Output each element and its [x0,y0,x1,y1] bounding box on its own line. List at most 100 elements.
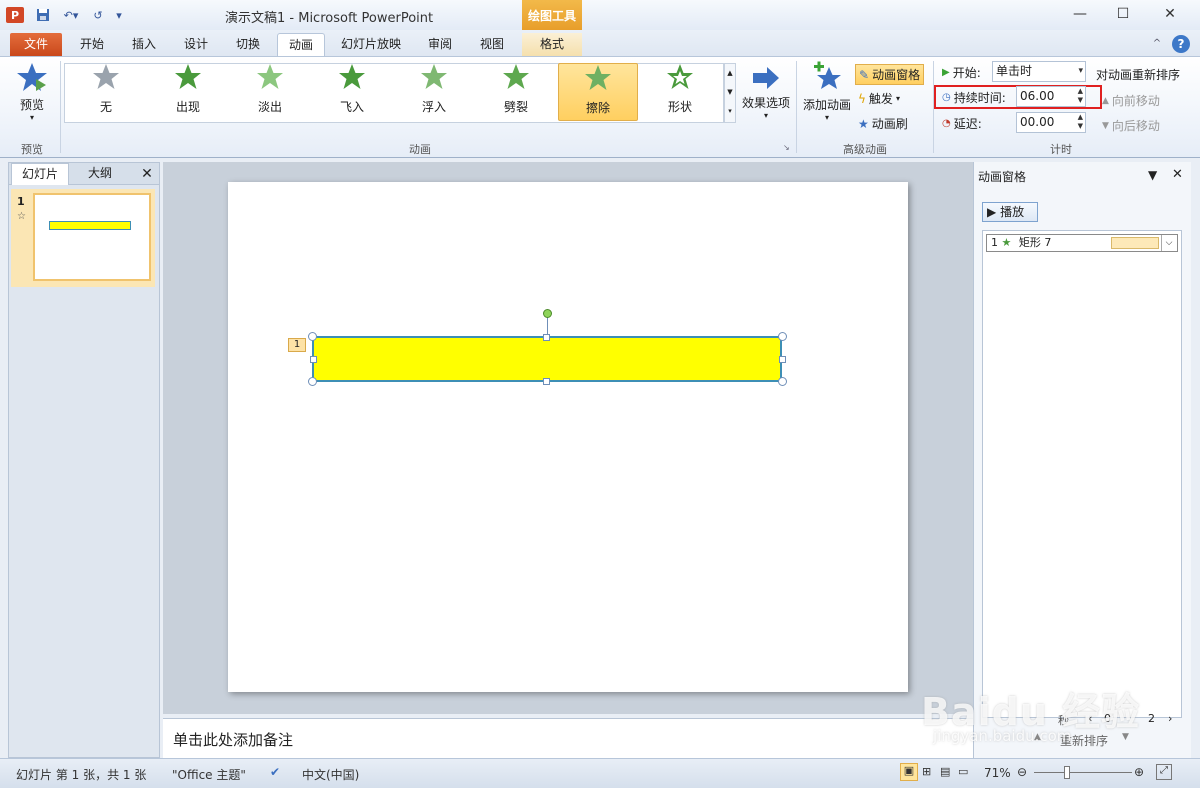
tab-view[interactable]: 视图 [470,33,514,56]
move-earlier-label: 向前移动 [1111,94,1160,108]
zoom-slider-track[interactable] [1034,772,1132,773]
panel-close-icon[interactable]: ✕ [139,164,155,184]
star-split-icon [503,64,529,89]
duration-spinner[interactable]: 06.00 ▲ ▼ [1016,86,1086,107]
help-icon[interactable]: ? [1172,35,1190,53]
sorter-view-icon[interactable]: ⊞ [922,765,931,778]
redo-icon[interactable]: ↺ [88,6,108,24]
star-floatin-icon [421,64,447,89]
zoom-slider-thumb[interactable] [1064,766,1070,779]
tab-format[interactable]: 格式 [522,33,582,56]
title-bar: P ↶▾ ↺ ▾ 演示文稿1 - Microsoft PowerPoint 绘图… [0,0,1200,30]
gallery-scroll[interactable]: ▲ ▼ ▾ [724,63,736,123]
resize-handle-tr[interactable] [778,332,787,341]
resize-handle-br[interactable] [778,377,787,386]
preview-star-icon [17,63,47,91]
triangle-up-icon: ▲ [1102,95,1109,106]
slide-thumbnail[interactable] [33,193,151,281]
tab-slideshow[interactable]: 幻灯片放映 [332,33,410,56]
star-gray-icon [93,64,119,89]
collapse-ribbon-icon[interactable]: ^ [1150,33,1164,56]
spellcheck-icon[interactable]: ✔ [270,765,280,779]
powerpoint-logo-icon[interactable]: P [6,7,24,23]
resize-handle-t[interactable] [543,334,550,341]
move-later-label: 向后移动 [1111,119,1160,133]
anim-floatin-button[interactable]: 浮入 [394,63,474,121]
triangle-down-icon: ▼ [1102,120,1109,131]
resize-handle-l[interactable] [310,356,317,363]
notes-pane[interactable]: 单击此处添加备注 [163,718,973,758]
animation-pane-button[interactable]: ✎ 动画窗格 [855,64,925,85]
tab-insert[interactable]: 插入 [122,33,166,56]
anim-split-label: 劈裂 [503,100,528,114]
slideshow-view-icon[interactable]: ▭ [958,765,968,778]
animation-pane-label: 动画窗格 [872,68,921,82]
trigger-button[interactable]: ϟ 触发 ▾ [858,90,900,107]
slide-info: 幻灯片 第 1 张，共 1 张 [16,768,147,782]
ribbon: 预览 ▾ 预览 无 出现 淡出 飞入 浮入 劈裂 擦除 形状 ▲ ▼ ▾ 效果选项 … [0,56,1200,158]
animation-painter-button[interactable]: ★ 动画刷 [858,115,908,132]
tab-transitions[interactable]: 切换 [226,33,270,56]
zoom-out-icon[interactable]: ⊖ [1017,765,1027,779]
dialog-launcher-icon[interactable]: ↘ [783,143,790,152]
normal-view-icon[interactable]: ▣ [900,763,918,781]
anim-fade-button[interactable]: 淡出 [230,63,310,121]
animation-order-badge: 1 [288,338,306,352]
tab-outline[interactable]: 大纲 [73,163,127,185]
anim-none-button[interactable]: 无 [66,63,146,121]
minimize-icon[interactable]: — [1065,4,1095,24]
delay-clock-icon: ◔ [942,118,951,129]
rotation-handle[interactable] [543,309,552,318]
customize-qat-icon[interactable]: ▾ [112,6,126,24]
anim-wipe-button[interactable]: 擦除 [558,63,638,121]
add-animation-button[interactable]: 添加动画 ▾ [802,61,852,133]
start-select[interactable]: 单击时 ▾ [992,61,1086,82]
delay-spinner[interactable]: 00.00 ▲ ▼ [1016,112,1086,133]
yellow-rectangle-shape[interactable] [312,336,782,382]
save-icon[interactable] [34,6,52,24]
resize-handle-r[interactable] [779,356,786,363]
anim-appear-button[interactable]: 出现 [148,63,228,121]
move-later-button[interactable]: ▼ 向后移动 [1102,117,1160,134]
tab-animations[interactable]: 动画 [277,33,325,56]
maximize-icon[interactable]: ☐ [1108,4,1138,24]
language[interactable]: 中文(中国) [302,766,359,783]
clock-icon: ◷ [942,92,951,103]
slide[interactable]: 1 [228,182,908,692]
undo-icon[interactable]: ↶▾ [58,6,84,24]
effect-options-button[interactable]: 效果选项 ▾ [740,65,792,135]
close-icon[interactable]: ✕ [1155,4,1185,24]
pane-close-icon[interactable]: ✕ [1172,167,1183,182]
animation-pane-icon: ✎ [859,67,870,82]
pane-options-icon[interactable]: ▼ [1148,168,1157,182]
zoom-in-icon[interactable]: ⊕ [1134,765,1144,779]
start-label-text: 开始: [952,66,981,80]
fit-window-icon[interactable]: ⤢ [1156,764,1172,780]
slides-panel: 幻灯片 大纲 ✕ 1 ☆ [8,162,160,758]
animation-list-item[interactable]: 1 ★ 矩形 7 ⌵ [986,234,1178,252]
tab-slides[interactable]: 幻灯片 [11,163,69,185]
reading-view-icon[interactable]: ▤ [940,765,950,778]
duration-value: 06.00 [1020,89,1055,103]
chevron-down-icon: ▾ [1078,66,1083,76]
anim-appear-label: 出现 [175,100,200,114]
anim-flyin-button[interactable]: 飞入 [312,63,392,121]
item-dropdown-icon[interactable]: ⌵ [1161,235,1176,251]
anim-shape-button[interactable]: 形状 [640,63,720,121]
group-label-timing: 计时 [1050,143,1072,156]
zoom-level[interactable]: 71% [984,766,1011,780]
resize-handle-bl[interactable] [308,377,317,386]
tab-review[interactable]: 审阅 [418,33,462,56]
preview-button[interactable]: 预览 ▾ [8,61,56,133]
theme-name[interactable]: "Office 主题" [172,766,246,783]
anim-split-button[interactable]: 劈裂 [476,63,556,121]
play-button[interactable]: ▶ 播放 [982,202,1038,222]
notes-placeholder: 单击此处添加备注 [173,731,294,749]
tab-home[interactable]: 开始 [70,33,114,56]
move-earlier-button[interactable]: ▲ 向前移动 [1102,92,1160,109]
resize-handle-tl[interactable] [308,332,317,341]
lightning-icon: ϟ [858,91,866,106]
tab-design[interactable]: 设计 [174,33,218,56]
resize-handle-b[interactable] [543,378,550,385]
tab-file[interactable]: 文件 [10,33,62,56]
